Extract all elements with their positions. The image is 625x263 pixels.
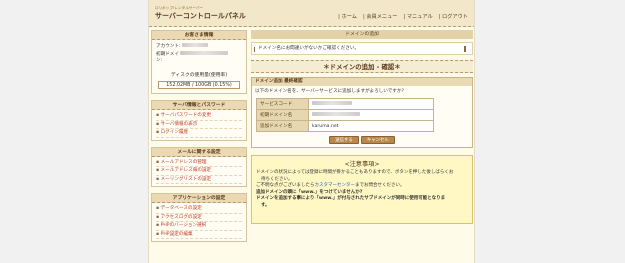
confirm-table: サービスコード 初期ドメイン名 追加ドメイン名 karuma.net xyxy=(256,98,434,132)
notice-box: ドメイン名にお間違いがないかご確認ください。 xyxy=(251,42,473,55)
disk-usage-value: 152.02MB / 100GB (0.15%) xyxy=(158,81,240,89)
menu-database[interactable]: データベースの設定 xyxy=(156,205,242,214)
menu-mailing-list[interactable]: メーリングリストの設定 xyxy=(156,176,242,184)
menu-php-settings[interactable]: PHP設定の編集 xyxy=(156,231,242,239)
table-row: サービスコード xyxy=(256,98,434,110)
nav-member-menu-link[interactable]: | 会員メニュー xyxy=(363,13,398,20)
warning-box: <注意事項> ドメインの状況によっては登録に時間が掛かることもありますので、ボタ… xyxy=(251,155,473,224)
account-info: アカウント: 初期ドメイ ン: xyxy=(152,40,246,68)
page-title-bar: ドメインの追加 xyxy=(251,30,473,39)
server-box: サーバ情報とパスワード サーバパスワードの変更 サーバ情報の表示 ログイン履歴 xyxy=(151,100,247,141)
nav-home-link[interactable]: | ホーム xyxy=(338,13,357,20)
app-box: アプリケーションの設定 データベースの設定 アクセスログの設定 PHPのバージョ… xyxy=(151,193,247,242)
account-value-redacted xyxy=(182,43,208,47)
menu-php-version[interactable]: PHPのバージョン選択 xyxy=(156,222,242,231)
mail-menu: メールアドレスの管理 メールアドレス毎の設定 メーリングリストの設定 xyxy=(152,157,246,187)
menu-access-log[interactable]: アクセスログの設定 xyxy=(156,214,242,222)
account-box: お客さま情報 アカウント: 初期ドメイ ン: ディスクの使用量(使用率) 152… xyxy=(151,30,247,94)
top-nav: | ホーム | 会員メニュー | マニュアル | ログアウト xyxy=(338,13,468,20)
cancel-button[interactable]: キャンセル xyxy=(360,136,395,144)
warning-line-1: ドメインの状況によっては登録に時間が掛かることもありますので、ボタンを押した後し… xyxy=(256,170,454,175)
main-content: ドメインの追加 ドメイン名にお間違いがないかご確認ください。 ＊ドメインの追加 … xyxy=(251,30,473,224)
header: ロリポップ!レンタルサーバー サーバーコントロールパネル | ホーム | 会員メ… xyxy=(149,0,474,27)
confirm-panel: ドメイン追加 最終確認 以下のドメイン名を、サーバーサービスに追加しますがよろし… xyxy=(251,77,473,148)
added-domain-value: karuma.net xyxy=(308,120,434,132)
warning-line-2: ご不明な点がございましたらカスタマーセンターまでお問合せください。 xyxy=(256,183,405,189)
nav-manual-link[interactable]: | マニュアル xyxy=(403,13,432,20)
menu-login-history[interactable]: ログイン履歴 xyxy=(156,129,242,138)
page-frame: ロリポップ!レンタルサーバー サーバーコントロールパネル | ホーム | 会員メ… xyxy=(148,0,475,263)
server-box-title: サーバ情報とパスワード xyxy=(152,101,246,110)
sidebar: お客さま情報 アカウント: 初期ドメイ ン: ディスクの使用量(使用率) 152… xyxy=(151,30,247,248)
confirm-message: 以下のドメイン名を、サーバーサービスに追加しますがよろしいですか? xyxy=(255,89,404,94)
service-code-value xyxy=(308,98,434,110)
domain-value-redacted xyxy=(180,50,229,55)
section-title: ＊ドメインの追加 - 確認＊ xyxy=(251,60,473,73)
confirm-panel-title: ドメイン追加 最終確認 xyxy=(252,78,472,86)
mail-box: メールに関する設定 メールアドレスの管理 メールアドレス毎の設定 メーリングリス… xyxy=(151,146,247,187)
account-box-title: お客さま情報 xyxy=(152,31,246,40)
menu-server-info[interactable]: サーバ情報の表示 xyxy=(156,121,242,129)
added-domain-label: 追加ドメイン名 xyxy=(256,120,309,132)
app-box-title: アプリケーションの設定 xyxy=(152,194,246,203)
domain-label-cont: ン: xyxy=(156,58,163,63)
menu-mail-address[interactable]: メールアドレスの管理 xyxy=(156,159,242,167)
menu-mail-settings[interactable]: メールアドレス毎の設定 xyxy=(156,167,242,176)
initial-domain-label: 初期ドメイン名 xyxy=(256,109,309,121)
table-row: 追加ドメイン名 karuma.net xyxy=(256,120,434,132)
warning-title: <注意事項> xyxy=(344,161,380,168)
server-menu: サーバパスワードの変更 サーバ情報の表示 ログイン履歴 xyxy=(152,110,246,140)
service-code-redacted xyxy=(312,101,352,106)
disk-usage-label: ディスクの使用量(使用率) xyxy=(170,73,228,78)
customer-center-link[interactable]: カスタマーセンター xyxy=(315,183,356,188)
account-label: アカウント: xyxy=(156,44,181,49)
brand-title: サーバーコントロールパネル xyxy=(155,12,246,20)
nav-logout-link[interactable]: | ログアウト xyxy=(439,13,468,20)
notice-text: ドメイン名にお間違いがないかご確認ください。 xyxy=(258,46,360,51)
button-row: 送信する キャンセル xyxy=(252,136,472,147)
warning-line-4: ドメインを追加する事により「www.」が付与されたサブドメインが同時に使用可能と… xyxy=(256,196,446,202)
service-code-label: サービスコード xyxy=(256,98,309,110)
menu-change-password[interactable]: サーバパスワードの変更 xyxy=(156,112,242,121)
initial-domain-redacted xyxy=(312,112,360,117)
initial-domain-value xyxy=(308,109,434,121)
mail-box-title: メールに関する設定 xyxy=(152,147,246,157)
submit-button[interactable]: 送信する xyxy=(329,136,359,144)
table-row: 初期ドメイン名 xyxy=(256,109,434,121)
app-menu: データベースの設定 アクセスログの設定 PHPのバージョン選択 PHP設定の編集 xyxy=(152,203,246,241)
warning-line-4b: す。 xyxy=(261,202,270,208)
domain-label: 初期ドメイ xyxy=(156,51,179,57)
